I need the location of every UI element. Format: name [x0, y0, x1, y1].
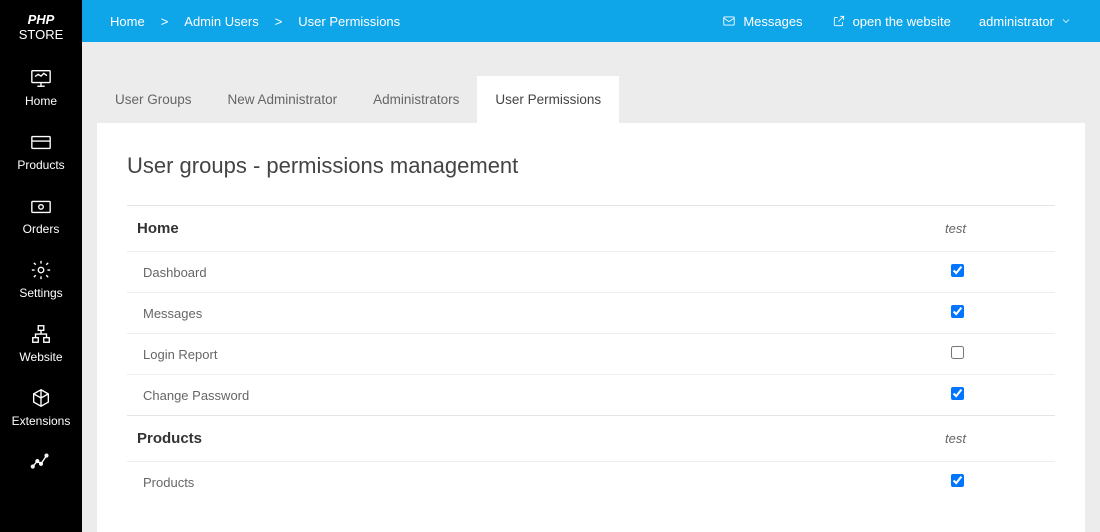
- permission-label: Messages: [127, 293, 935, 334]
- stats-icon: [27, 452, 55, 472]
- permissions-table: HometestDashboardMessagesLogin ReportCha…: [127, 205, 1055, 502]
- section-header: Hometest: [127, 206, 1055, 252]
- brand-logo: PHP STORE: [0, 0, 82, 54]
- permission-row: Login Report: [127, 334, 1055, 375]
- permission-checkbox[interactable]: [951, 474, 964, 487]
- card-icon: [27, 132, 55, 152]
- permission-row: Change Password: [127, 375, 1055, 416]
- sidebar: PHP STORE Home Products Orders Settings Webs…: [0, 0, 82, 532]
- sidebar-item-label: Orders: [23, 222, 60, 236]
- content-panel: User GroupsNew AdministratorAdministrato…: [97, 76, 1085, 532]
- breadcrumb-link[interactable]: Admin Users: [184, 14, 258, 29]
- page-title: User groups - permissions management: [127, 153, 1055, 179]
- permission-label: Login Report: [127, 334, 935, 375]
- tab-user-groups[interactable]: User Groups: [97, 76, 210, 123]
- breadcrumb-link[interactable]: Home: [110, 14, 145, 29]
- permission-checkbox[interactable]: [951, 346, 964, 359]
- tabs: User GroupsNew AdministratorAdministrato…: [97, 76, 1085, 123]
- open-website-link[interactable]: open the website: [831, 14, 951, 29]
- permission-checkbox[interactable]: [951, 387, 964, 400]
- sidebar-item-website[interactable]: Website: [0, 310, 82, 374]
- sidebar-item-label: Settings: [19, 286, 62, 300]
- external-link-icon: [831, 14, 847, 28]
- breadcrumb-separator: >: [161, 14, 169, 29]
- messages-link[interactable]: Messages: [721, 14, 802, 29]
- monitor-icon: [27, 68, 55, 88]
- permission-row: Products: [127, 462, 1055, 503]
- section-title: Home: [127, 206, 935, 252]
- permission-label: Dashboard: [127, 252, 935, 293]
- sidebar-item-label: Home: [25, 94, 57, 108]
- tab-administrators[interactable]: Administrators: [355, 76, 477, 123]
- column-label: test: [935, 206, 1055, 252]
- cube-icon: [27, 388, 55, 408]
- chevron-down-icon: [1060, 15, 1072, 27]
- sidebar-item-label: Products: [17, 158, 64, 172]
- sidebar-item-label: Extensions: [12, 414, 71, 428]
- permission-label: Products: [127, 462, 935, 503]
- permission-checkbox[interactable]: [951, 264, 964, 277]
- breadcrumb-link[interactable]: User Permissions: [298, 14, 400, 29]
- topbar: Home > Admin Users > User Permissions Messag…: [82, 0, 1100, 42]
- permission-row: Dashboard: [127, 252, 1055, 293]
- cash-icon: [27, 196, 55, 216]
- breadcrumb: Home > Admin Users > User Permissions: [110, 14, 400, 29]
- section-header: Productstest: [127, 416, 1055, 462]
- tab-user-permissions[interactable]: User Permissions: [477, 76, 619, 123]
- sitemap-icon: [27, 324, 55, 344]
- permission-label: Change Password: [127, 375, 935, 416]
- column-label: test: [935, 416, 1055, 462]
- sidebar-item-label: Website: [19, 350, 62, 364]
- sidebar-item-settings[interactable]: Settings: [0, 246, 82, 310]
- sidebar-item-extensions[interactable]: Extensions: [0, 374, 82, 438]
- permission-checkbox[interactable]: [951, 305, 964, 318]
- main: Home > Admin Users > User Permissions Messag…: [82, 0, 1100, 532]
- breadcrumb-separator: >: [275, 14, 283, 29]
- messages-icon: [721, 14, 737, 28]
- gear-icon: [27, 260, 55, 280]
- section-title: Products: [127, 416, 935, 462]
- sidebar-item-orders[interactable]: Orders: [0, 182, 82, 246]
- sidebar-item-products[interactable]: Products: [0, 118, 82, 182]
- sidebar-item-stats[interactable]: [0, 438, 82, 482]
- user-menu[interactable]: administrator: [979, 14, 1072, 29]
- sidebar-item-home[interactable]: Home: [0, 54, 82, 118]
- tab-new-administrator[interactable]: New Administrator: [210, 76, 356, 123]
- permission-row: Messages: [127, 293, 1055, 334]
